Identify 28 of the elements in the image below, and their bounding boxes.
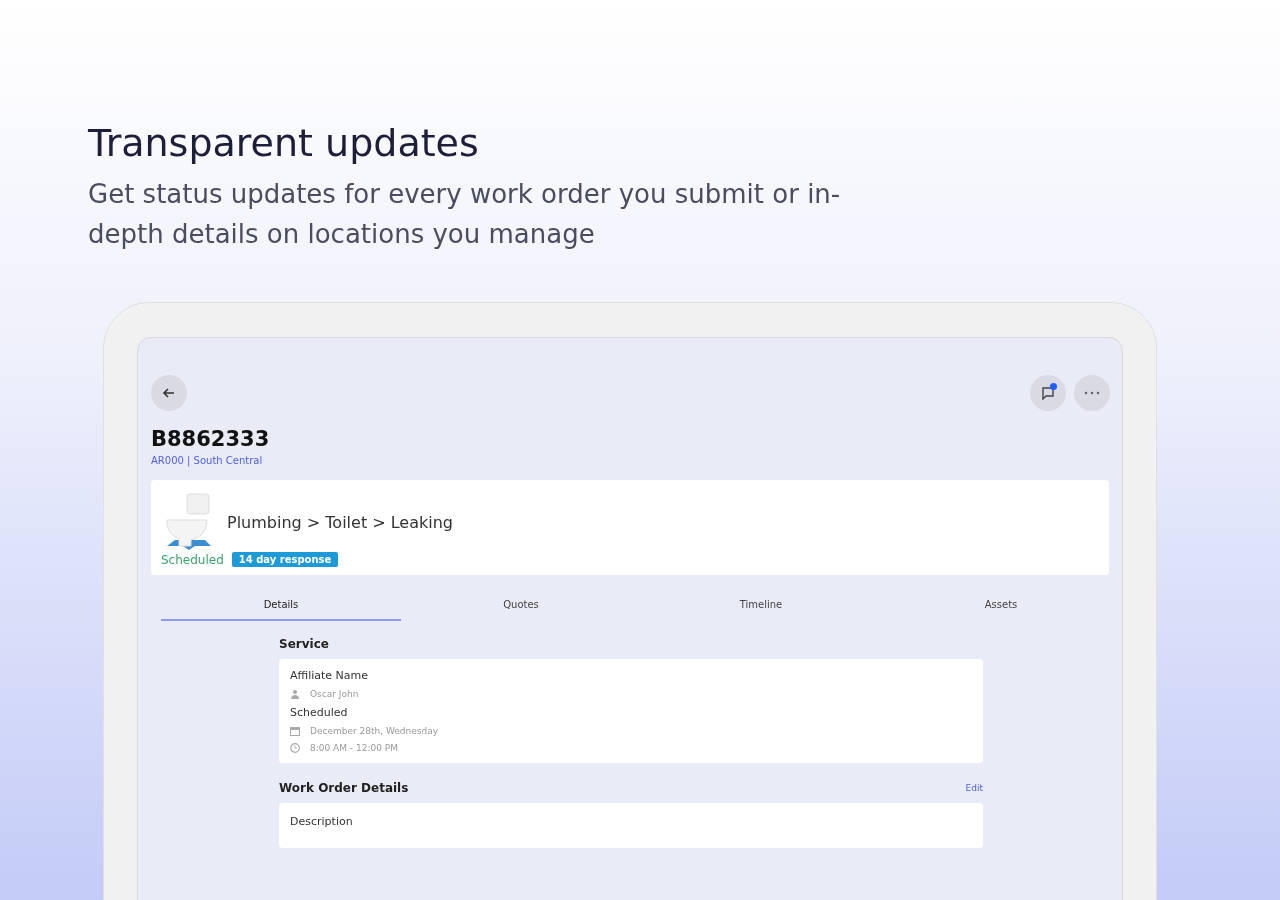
back-arrow-icon (162, 386, 176, 400)
calendar-icon (290, 726, 300, 736)
back-button[interactable] (151, 375, 187, 411)
scheduled-date: December 28th, Wednesday (310, 726, 439, 736)
status-label: Scheduled (161, 552, 224, 567)
response-badge: 14 day response (231, 552, 339, 567)
chat-icon (1041, 386, 1055, 400)
section-title: Service (279, 637, 330, 651)
headline: Transparent updates (88, 120, 480, 167)
field-label: Scheduled (290, 706, 349, 719)
edit-link[interactable]: Edit (965, 783, 983, 793)
subtitle: Get status updates for every work order you submit or in-depth details on locations you manage (88, 178, 842, 251)
tab[interactable]: Timeline (641, 593, 881, 621)
affiliate-name: Oscar John (310, 689, 359, 699)
more-icon (1084, 391, 1100, 395)
scheduled-time: 8:00 AM - 12:00 PM (310, 743, 398, 753)
person-icon (290, 689, 300, 699)
tab[interactable]: Quotes (401, 593, 641, 621)
location-link[interactable]: AR000 | South Central (151, 455, 1109, 466)
category-path: Plumbing > Toilet > Leaking (227, 512, 453, 532)
section-title: Work Order Details (279, 781, 409, 795)
tab[interactable]: Assets (881, 593, 1121, 621)
tab[interactable]: Details (161, 593, 401, 621)
clock-icon (290, 743, 300, 753)
field-label: Affiliate Name (290, 669, 370, 682)
field-label: Description (290, 815, 354, 828)
chat-button[interactable] (1030, 375, 1066, 411)
work-order-number: B8862333 (151, 427, 271, 451)
